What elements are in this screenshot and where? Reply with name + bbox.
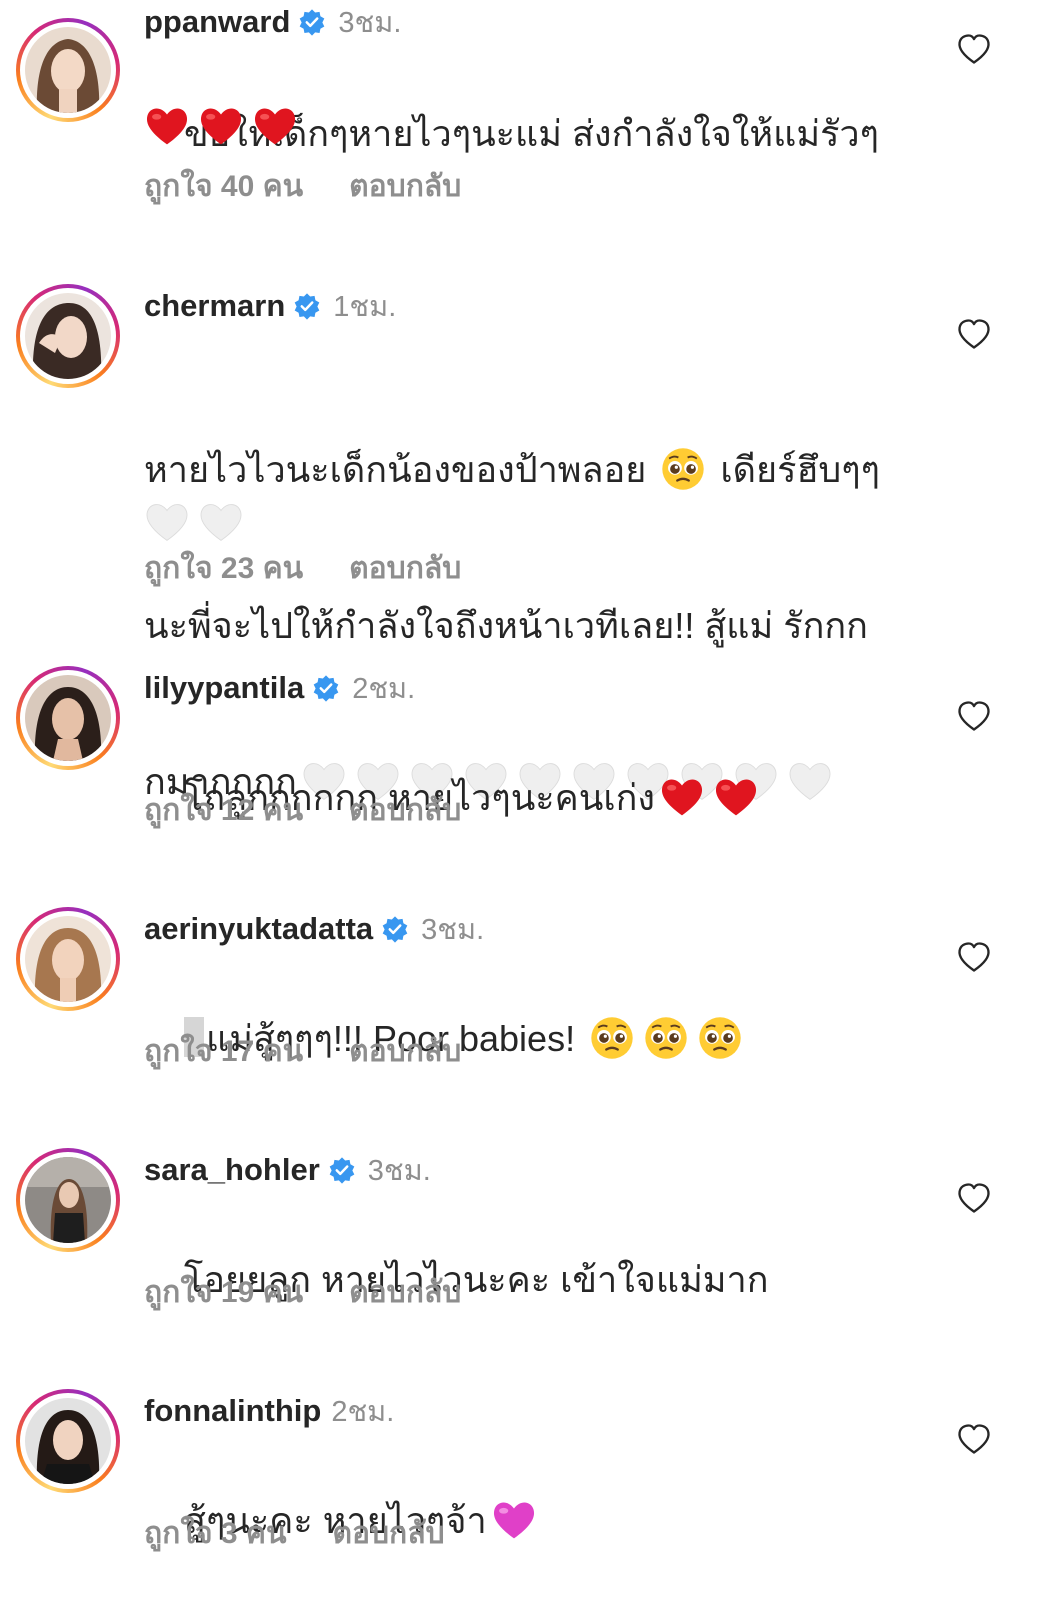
avatar[interactable] bbox=[16, 284, 120, 388]
verified-badge-icon bbox=[328, 1156, 356, 1184]
pleading-face-emoji bbox=[589, 1015, 635, 1061]
heart-outline-icon[interactable] bbox=[956, 1421, 992, 1457]
heart-outline-icon[interactable] bbox=[956, 698, 992, 734]
username[interactable]: ppanward bbox=[144, 4, 290, 40]
likes-count[interactable]: ถูกใจ 3 คน bbox=[144, 1510, 287, 1557]
likes-count[interactable]: ถูกใจ 12 คน bbox=[144, 787, 303, 834]
username[interactable]: aerinyuktadatta bbox=[144, 911, 373, 947]
comment-time: 3ชม. bbox=[421, 914, 485, 946]
emoji-row bbox=[144, 496, 252, 548]
reply-button[interactable]: ตอบกลับ bbox=[349, 1028, 461, 1075]
heart-outline-icon[interactable] bbox=[956, 939, 992, 975]
reply-button[interactable]: ตอบกลับ bbox=[349, 545, 461, 592]
comment-time: 3ชม. bbox=[367, 1155, 431, 1187]
comment-text-line-1: หายไวไวนะเด็กน้องของป้าพลอย เดียร์ฮึบๆๆ bbox=[144, 444, 934, 496]
red-heart-emoji bbox=[713, 774, 759, 820]
username[interactable]: chermarn bbox=[144, 288, 285, 324]
comment-text-line: เดียร์ฮึบๆๆ bbox=[720, 449, 880, 490]
white-heart-emoji bbox=[144, 499, 190, 545]
avatar[interactable] bbox=[16, 1148, 120, 1252]
comment-meta: ถูกใจ 19 คน ตอบกลับ bbox=[144, 1272, 461, 1312]
username[interactable]: lilyypantila bbox=[144, 670, 304, 706]
verified-badge-icon bbox=[293, 292, 321, 320]
reply-button[interactable]: ตอบกลับ bbox=[349, 787, 461, 834]
verified-badge-icon bbox=[298, 8, 326, 36]
red-heart-emoji bbox=[659, 774, 705, 820]
comment-text-line: นะพี่จะไปให้กำลังใจถึงหน้าเวทีเลย!! สู้แ… bbox=[144, 605, 868, 646]
avatar[interactable] bbox=[16, 18, 120, 122]
avatar[interactable] bbox=[16, 666, 120, 770]
comment-time: 1ชม. bbox=[333, 291, 397, 323]
pink-heart-emoji bbox=[491, 1497, 537, 1543]
reply-button[interactable]: ตอบกลับ bbox=[349, 163, 461, 210]
red-heart-emoji bbox=[144, 103, 190, 149]
username[interactable]: sara_hohler bbox=[144, 1152, 320, 1188]
verified-badge-icon bbox=[312, 674, 340, 702]
pleading-face-emoji bbox=[643, 1015, 689, 1061]
comment-meta: ถูกใจ 3 คน ตอบกลับ bbox=[144, 1513, 445, 1553]
likes-count[interactable]: ถูกใจ 40 คน bbox=[144, 163, 303, 210]
comment-meta: ถูกใจ 17 คน ตอบกลับ bbox=[144, 1031, 461, 1071]
reply-button[interactable]: ตอบกลับ bbox=[349, 1269, 461, 1316]
likes-count[interactable]: ถูกใจ 23 คน bbox=[144, 545, 303, 592]
red-heart-emoji bbox=[198, 103, 244, 149]
verified-badge-icon bbox=[381, 915, 409, 943]
heart-outline-icon[interactable] bbox=[956, 316, 992, 352]
pleading-face-emoji bbox=[697, 1015, 743, 1061]
comment-time: 2ชม. bbox=[352, 673, 416, 705]
emoji-row bbox=[144, 100, 306, 152]
comment-time: 3ชม. bbox=[338, 7, 402, 39]
username[interactable]: fonnalinthip bbox=[144, 1393, 321, 1429]
comment-meta: ถูกใจ 12 คน ตอบกลับ bbox=[144, 790, 461, 830]
reply-button[interactable]: ตอบกลับ bbox=[333, 1510, 445, 1557]
pleading-face-emoji bbox=[660, 446, 706, 492]
likes-count[interactable]: ถูกใจ 19 คน bbox=[144, 1269, 303, 1316]
comment-meta: ถูกใจ 40 คน ตอบกลับ bbox=[144, 166, 461, 206]
avatar[interactable] bbox=[16, 1389, 120, 1493]
likes-count[interactable]: ถูกใจ 17 คน bbox=[144, 1028, 303, 1075]
white-heart-emoji bbox=[198, 499, 244, 545]
heart-outline-icon[interactable] bbox=[956, 31, 992, 67]
red-heart-emoji bbox=[252, 103, 298, 149]
comment-time: 2ชม. bbox=[331, 1396, 395, 1428]
avatar[interactable] bbox=[16, 907, 120, 1011]
comment-text-line: หายไวไวนะเด็กน้องของป้าพลอย bbox=[144, 449, 647, 490]
heart-outline-icon[interactable] bbox=[956, 1180, 992, 1216]
comment-meta: ถูกใจ 23 คน ตอบกลับ bbox=[144, 548, 461, 588]
